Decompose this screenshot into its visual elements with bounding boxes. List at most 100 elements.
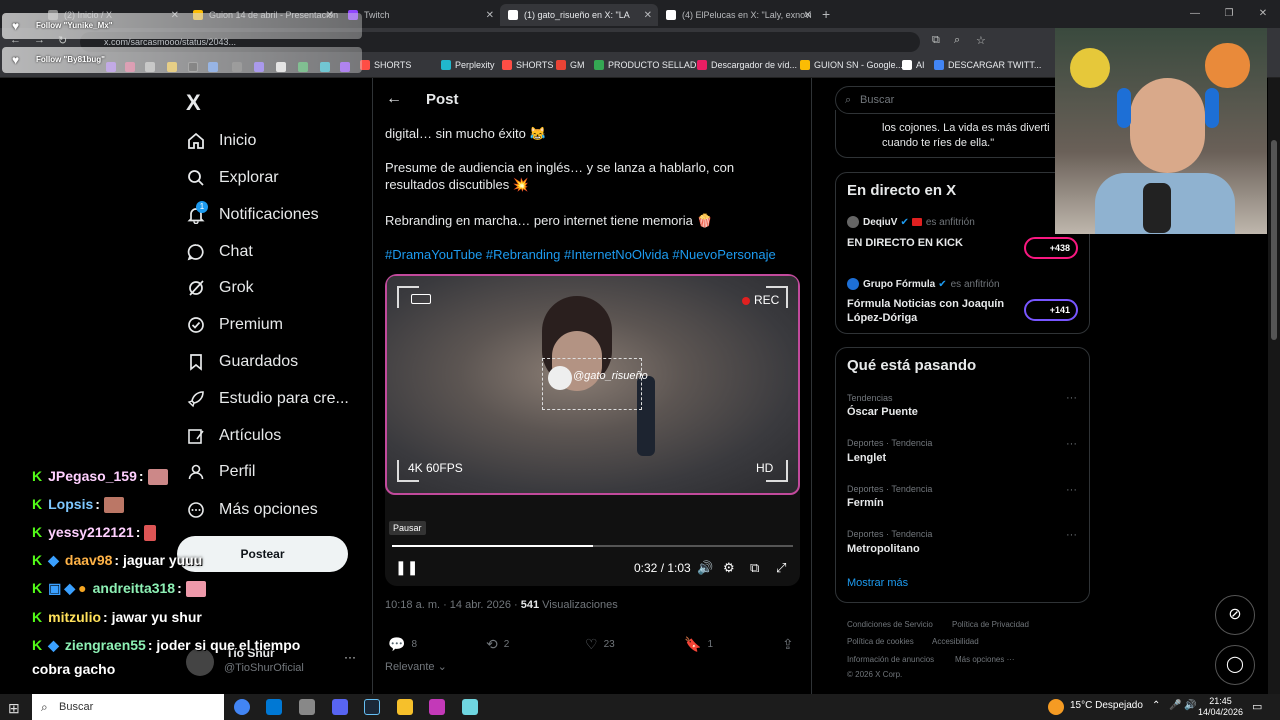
live-host[interactable]: DeqiuV ✔ es anfitrión — [847, 216, 975, 228]
app-icon[interactable] — [429, 699, 445, 715]
notification-center-icon[interactable]: ▭ — [1252, 700, 1262, 713]
footer-link[interactable]: Política de Privacidad — [952, 620, 1029, 629]
like-button[interactable]: ♡ 23 — [585, 636, 615, 653]
nav-item-premium[interactable]: Premium — [186, 310, 283, 340]
kick-badge-icon: K — [32, 580, 43, 596]
footer-link[interactable]: Accesibilidad — [932, 637, 979, 646]
bookmark-item[interactable]: Perplexity — [441, 60, 495, 70]
taskbar-search-input[interactable]: ⌕ Buscar — [32, 694, 224, 720]
repost-icon: ⟲ — [486, 636, 498, 652]
trend-name[interactable]: Fermín — [847, 497, 884, 509]
x-logo-icon[interactable]: X — [186, 90, 201, 116]
bookmark-item[interactable]: SHORTS — [360, 60, 411, 70]
app-icon[interactable] — [462, 699, 478, 715]
more-icon[interactable]: ··· — [1066, 438, 1077, 450]
grok-fab-icon[interactable]: ⊘ — [1215, 595, 1255, 635]
bookmark-item[interactable]: SHORTS — [502, 60, 553, 70]
fullscreen-icon[interactable]: ⤢ — [776, 560, 786, 576]
nav-item-perfil[interactable]: Perfil — [186, 457, 255, 487]
bookmark-item[interactable]: AI — [902, 60, 925, 70]
outlook-icon[interactable] — [266, 699, 282, 715]
taskbar-clock[interactable]: 21:45 14/04/2026 — [1198, 696, 1243, 718]
nav-item-notificaciones[interactable]: 1 Notificaciones — [186, 200, 319, 230]
trend-name[interactable]: Óscar Puente — [847, 406, 918, 418]
minimize-icon[interactable]: — — [1178, 0, 1212, 28]
nav-item-explorar[interactable]: Explorar — [186, 163, 279, 193]
trend-name[interactable]: Metropolitano — [847, 543, 920, 555]
video-player[interactable] — [385, 274, 800, 586]
browser-tab[interactable]: Twitch ✕ — [340, 4, 500, 26]
pause-icon[interactable]: ❚❚ — [395, 559, 418, 576]
bookmark-item[interactable]: GM — [556, 60, 585, 70]
zoom-icon[interactable]: ⌕ — [954, 34, 960, 47]
tray-chevron-icon[interactable]: ⌃ — [1152, 700, 1160, 711]
more-icon[interactable]: ··· — [344, 650, 356, 664]
tab-label: (1) gato_risueño en X: "LA — [524, 10, 630, 20]
settings-gear-icon[interactable]: ⚙ — [723, 560, 735, 576]
listener-count-badge[interactable]: +141 — [1024, 299, 1078, 321]
footer-link[interactable]: Más opciones ··· — [955, 655, 1015, 664]
bookmark-item[interactable]: PRODUCTO SELLAD... — [594, 60, 704, 70]
listener-count-badge[interactable]: +438 — [1024, 237, 1078, 259]
chat-fab-icon[interactable]: ◯ — [1215, 645, 1255, 685]
install-icon[interactable]: ⧉ — [932, 34, 940, 47]
close-icon[interactable]: ✕ — [644, 10, 652, 21]
discord-icon[interactable] — [332, 699, 348, 715]
footer-link[interactable]: Condiciones de Servicio — [847, 620, 933, 629]
mic-icon[interactable]: 🎤 — [1169, 700, 1181, 711]
more-icon[interactable]: ··· — [1066, 392, 1077, 404]
live-title-item[interactable]: EN DIRECTO EN KICK — [847, 236, 1017, 250]
nav-label: Grok — [219, 279, 254, 296]
volume-icon[interactable]: 🔊 — [1184, 700, 1196, 711]
folder-icon[interactable] — [397, 699, 413, 715]
nav-item-mas-opciones[interactable]: Más opciones — [186, 495, 318, 525]
nav-item-inicio[interactable]: Inicio — [186, 126, 256, 156]
browser-tab-active[interactable]: (1) gato_risueño en X: "LA ✕ — [500, 4, 658, 26]
nav-item-articulos[interactable]: Artículos — [186, 421, 281, 451]
bookmark-item[interactable]: GUION SN - Google... — [800, 60, 903, 70]
post-button[interactable]: Postear — [177, 536, 348, 572]
close-icon[interactable]: ✕ — [486, 10, 494, 21]
chevron-down-icon: ⌄ — [437, 661, 447, 673]
nav-item-guardados[interactable]: Guardados — [186, 347, 298, 377]
volume-icon[interactable]: 🔊 — [697, 560, 713, 576]
nav-item-estudio[interactable]: Estudio para cre... — [186, 384, 349, 414]
more-icon[interactable]: ··· — [1066, 484, 1077, 496]
maximize-icon[interactable]: ❐ — [1212, 0, 1246, 28]
show-more-link[interactable]: Mostrar más — [847, 577, 908, 589]
new-tab-button[interactable]: + — [822, 6, 830, 22]
pip-icon[interactable]: ⧉ — [750, 560, 759, 576]
footer-link[interactable]: Política de cookies — [847, 637, 914, 646]
app-icon[interactable] — [299, 699, 315, 715]
live-title-item[interactable]: Fórmula Noticias con Joaquín López-Dórig… — [847, 297, 1017, 325]
weather-label[interactable]: 15°C Despejado — [1070, 700, 1143, 711]
bookmark-post-button[interactable]: 🔖 1 — [684, 636, 713, 653]
sort-replies-dropdown[interactable]: Relevante ⌄ — [385, 660, 447, 673]
back-arrow-icon[interactable]: ← — [386, 90, 402, 108]
steam-icon[interactable] — [364, 699, 380, 715]
close-window-icon[interactable]: ✕ — [1246, 0, 1280, 28]
chat-text: : jawar yu shur — [103, 609, 202, 625]
post-hashtags[interactable]: #DramaYouTube #Rebranding #InternetNoOlv… — [385, 247, 776, 262]
nav-item-grok[interactable]: Grok — [186, 273, 254, 303]
share-button[interactable]: ⇪ — [782, 636, 800, 653]
bookmark-item[interactable]: DESCARGAR TWITT... — [934, 60, 1041, 70]
repost-button[interactable]: ⟲ 2 — [486, 636, 509, 653]
bookmark-item[interactable]: Descargador de víd... — [697, 60, 797, 70]
footer-link[interactable]: Información de anuncios — [847, 655, 934, 664]
close-icon[interactable]: ✕ — [804, 10, 812, 21]
nav-item-chat[interactable]: Chat — [186, 237, 253, 267]
star-icon[interactable]: ☆ — [976, 34, 986, 47]
emote-icon — [103, 497, 124, 514]
more-icon[interactable]: ··· — [1066, 529, 1077, 541]
video-progress-bar[interactable] — [392, 545, 793, 547]
trend-name[interactable]: Lenglet — [847, 452, 886, 464]
live-host[interactable]: Grupo Fórmula ✔ es anfitrión — [847, 278, 1000, 290]
weather-icon[interactable] — [1048, 699, 1064, 715]
reply-button[interactable]: 💬 8 — [388, 636, 417, 653]
browser-tab[interactable]: (4) ElPelucas en X: "Laly, exnovi ✕ — [658, 4, 818, 26]
windows-start-icon[interactable]: ⊞ — [8, 700, 20, 717]
chrome-icon[interactable] — [234, 699, 250, 715]
plush-toy — [1070, 48, 1110, 88]
scrollbar-thumb[interactable] — [1271, 140, 1277, 340]
